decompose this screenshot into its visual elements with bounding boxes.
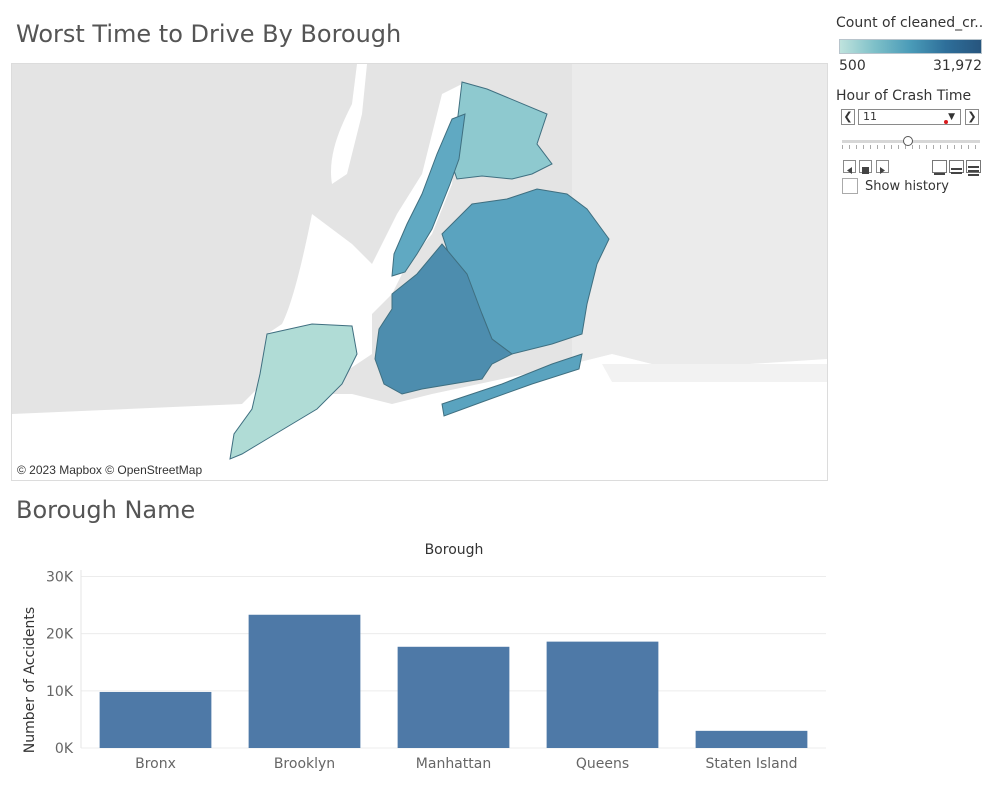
legend-min-value: 500 — [839, 58, 866, 74]
bar-series[interactable] — [99, 614, 808, 748]
bar-manhattan[interactable] — [397, 646, 510, 748]
play-forward-icon — [880, 167, 885, 174]
speed-slow-button[interactable] — [932, 160, 947, 175]
hour-dropdown-value: 11 — [863, 110, 877, 123]
speed-slow-icon — [934, 173, 945, 175]
filter-title: Hour of Crash Time — [836, 88, 972, 104]
stop-button[interactable] — [859, 160, 872, 174]
map-canvas — [12, 64, 827, 480]
show-history-label: Show history — [865, 179, 949, 194]
map-title: Worst Time to Drive By Borough — [16, 20, 402, 48]
indicator-dot — [944, 120, 948, 124]
chevron-right-icon: ❯ — [967, 110, 977, 123]
y-tick-label: 10K — [46, 684, 74, 700]
bar-queens[interactable] — [546, 641, 659, 748]
y-axis-ticks: 0K 10K 20K 30K — [46, 569, 74, 757]
next-value-button[interactable]: ❯ — [965, 109, 979, 125]
stop-icon — [862, 167, 869, 174]
y-tick-label: 0K — [55, 741, 74, 757]
x-tick-label: Bronx — [135, 756, 176, 772]
play-backward-icon — [847, 167, 852, 174]
chevron-left-icon: ❮ — [843, 110, 853, 123]
speed-fast-icon — [968, 166, 979, 176]
color-legend-ramp — [839, 39, 982, 54]
previous-value-button[interactable]: ❮ — [841, 109, 855, 125]
y-axis-label: Number of Accidents — [22, 607, 38, 753]
show-history-checkbox[interactable] — [842, 178, 858, 194]
speed-fast-button[interactable] — [966, 160, 981, 176]
legend-max-value: 31,972 — [933, 58, 982, 74]
hour-slider-ticks — [842, 145, 980, 149]
x-tick-label: Queens — [576, 756, 629, 772]
y-tick-label: 30K — [46, 569, 74, 585]
x-tick-label: Staten Island — [705, 756, 797, 772]
accidents-bar-chart[interactable]: Borough Number of Accidents 0K10K20K30K … — [0, 530, 840, 801]
chevron-down-icon: ▼ — [948, 112, 955, 122]
bar-bronx[interactable] — [99, 691, 212, 748]
bar-panel-title: Borough Name — [16, 496, 196, 524]
chart-title: Borough — [425, 542, 484, 558]
hour-slider-thumb[interactable] — [903, 136, 913, 146]
legend-title[interactable]: Count of cleaned_cr.. — [836, 15, 983, 31]
x-tick-label: Brooklyn — [274, 756, 335, 772]
y-tick-label: 20K — [46, 627, 74, 643]
speed-medium-button[interactable] — [949, 160, 964, 174]
play-backward-button[interactable] — [843, 160, 856, 174]
x-tick-label: Manhattan — [416, 756, 491, 772]
play-forward-button[interactable] — [876, 160, 889, 174]
x-axis-ticks: Bronx Brooklyn Manhattan Queens Staten Islan… — [135, 756, 797, 772]
bar-brooklyn[interactable] — [248, 614, 361, 748]
map-attribution[interactable]: © 2023 Mapbox © OpenStreetMap — [17, 463, 202, 477]
speed-medium-icon — [951, 168, 962, 174]
borough-map[interactable]: © 2023 Mapbox © OpenStreetMap — [11, 63, 828, 481]
bar-staten-island[interactable] — [695, 730, 808, 748]
hour-dropdown[interactable]: 11 ▼ — [858, 109, 961, 125]
